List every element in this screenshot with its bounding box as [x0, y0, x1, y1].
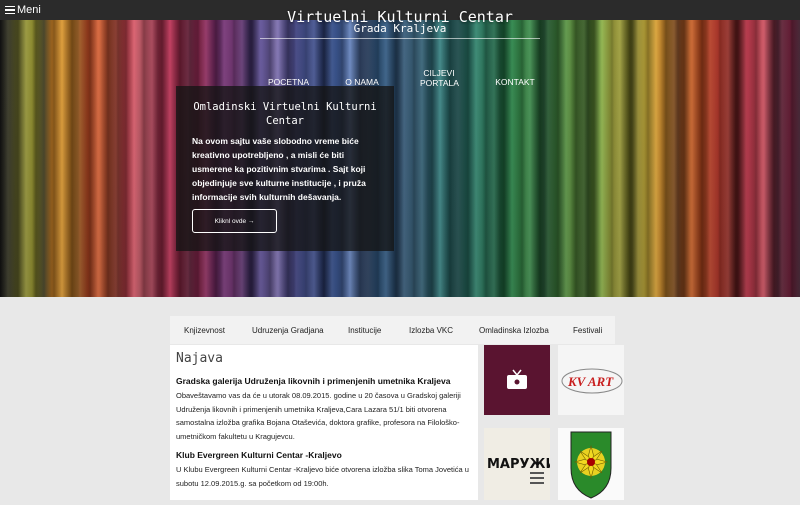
- hamburger-icon[interactable]: [5, 5, 15, 15]
- tab-knjizevnost[interactable]: Knjizevnost: [184, 326, 225, 335]
- article-body: Obaveštavamo vas da će u utorak 08.09.20…: [176, 391, 461, 441]
- news-section: Najava Gradska galerija Udruženja likovn…: [170, 345, 478, 500]
- tv-icon: [507, 369, 527, 389]
- category-tabs: Knjizevnost Udruzenja Gradjana Instituci…: [170, 316, 615, 344]
- hero-banner: [0, 20, 800, 297]
- tab-festivali[interactable]: Festivali: [573, 326, 602, 335]
- tab-institucije[interactable]: Institucije: [348, 326, 381, 335]
- tab-udruzenja-gradjana[interactable]: Udruzenja Gradjana: [252, 326, 324, 335]
- crest-icon: [570, 431, 612, 499]
- site-subtitle: Grada Kraljeva: [353, 22, 447, 35]
- kvart-logo: KV ART: [561, 368, 623, 394]
- article-title[interactable]: Gradska galerija Udruženja likovnih i pr…: [176, 376, 478, 386]
- intro-text: Na ovom sajtu vaše slobodno vreme biće k…: [192, 136, 366, 202]
- news-heading: Najava: [176, 351, 223, 366]
- maruzik-text: МАРУЖИК: [487, 457, 550, 472]
- kvart-text: KV ART: [567, 374, 614, 389]
- tab-izlozba-vkc[interactable]: Izlozba VKC: [409, 326, 453, 335]
- maruzik-logo: МАРУЖИК: [487, 457, 567, 484]
- article-body: U Klubu Evergreen Kulturni Centar -Kralj…: [176, 465, 469, 488]
- intro-panel: Omladinski Virtuelni Kulturni Centar Na …: [176, 86, 394, 251]
- tab-omladinska-izlozba[interactable]: Omladinska Izlozba: [479, 326, 549, 335]
- header-divider: [260, 38, 540, 39]
- click-here-button[interactable]: Kliknl ovde →: [192, 209, 277, 233]
- menu-toggle-label[interactable]: Meni: [17, 4, 41, 16]
- intro-heading: Omladinski Virtuelni Kulturni Centar: [193, 101, 377, 127]
- nav-ciljevi-portala[interactable]: CILJEVI PORTALA: [420, 68, 459, 88]
- thumbnail-tv-icon[interactable]: [484, 345, 550, 415]
- article-title[interactable]: Klub Evergreen Kulturni Centar -Kraljevo: [176, 450, 478, 460]
- thumbnail-kvart-logo[interactable]: KV ART: [558, 345, 624, 415]
- thumbnail-maruzik-logo[interactable]: МАРУЖИК: [484, 428, 567, 500]
- thumbnail-crest[interactable]: [558, 428, 624, 500]
- nav-kontakt[interactable]: KONTAKT: [494, 77, 536, 87]
